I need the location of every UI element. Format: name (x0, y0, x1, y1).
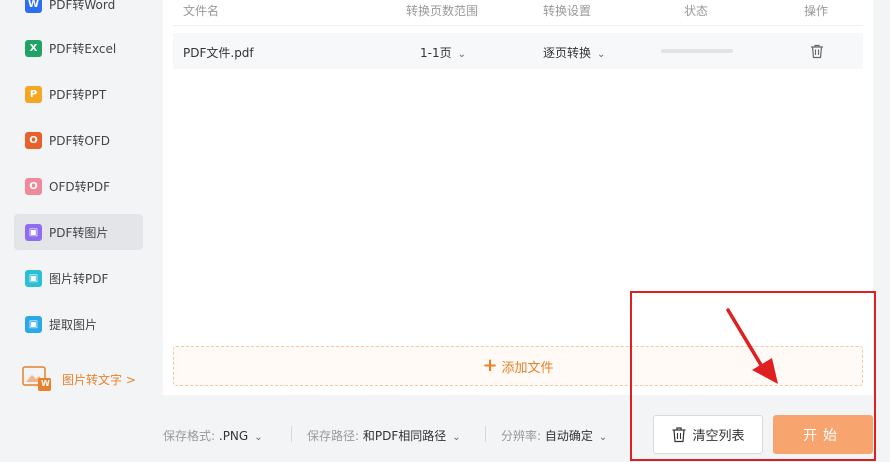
header-action: 操作 (804, 4, 829, 18)
add-file-label: 添加文件 (501, 360, 554, 376)
pdf-icon: O (25, 177, 42, 195)
save-path-select[interactable]: 保存路径: 和PDF相同路径 ⌄ (307, 427, 461, 444)
file-list-panel: 文件名 转换页数范围 转换设置 状态 操作 PDF文件.pdf 1-1页 ⌄ 逐页… (163, 0, 873, 395)
image-to-text-icon: W (22, 366, 52, 392)
start-label: 开始 (803, 427, 843, 444)
format-select[interactable]: 保存格式: .PNG ⌄ (163, 427, 263, 444)
promo-label: 图片转文字 > (62, 372, 136, 387)
resolution-select[interactable]: 分辨率: 自动确定 ⌄ (501, 427, 607, 444)
sidebar-item-pdf-to-image[interactable]: ▣ PDF转图片 (14, 214, 143, 250)
header-page-range: 转换页数范围 (406, 4, 479, 18)
header-status: 状态 (684, 4, 709, 18)
path-value: 和PDF相同路径 (362, 429, 447, 443)
ppt-icon: P (25, 85, 42, 103)
sidebar-item-label: 图片转PDF (49, 271, 109, 286)
format-value: .PNG (218, 429, 249, 443)
sidebar-item-extract-image[interactable]: ▣ 提取图片 (14, 306, 143, 342)
resolution-label: 分辨率: (501, 429, 542, 443)
convert-setting-dropdown[interactable]: 逐页转换 ⌄ (543, 44, 605, 61)
sidebar-item-label: PDF转OFD (49, 133, 110, 148)
plus-icon: + (482, 355, 498, 376)
ofd-icon: O (25, 131, 42, 149)
start-button[interactable]: 开始 (773, 415, 873, 454)
sidebar-item-label: PDF转Excel (49, 41, 117, 56)
header-settings: 转换设置 (543, 4, 592, 18)
image-to-pdf-icon: ▣ (25, 269, 42, 287)
trash-icon (671, 426, 687, 443)
sidebar-item-ofd-to-pdf[interactable]: O OFD转PDF (14, 168, 143, 204)
file-name: PDF文件.pdf (183, 46, 254, 60)
excel-icon: X (25, 39, 42, 57)
sidebar-item-image-to-pdf[interactable]: ▣ 图片转PDF (14, 260, 143, 296)
divider (291, 426, 292, 442)
word-icon: W (25, 0, 42, 13)
sidebar-item-label: PDF转PPT (49, 87, 107, 102)
sidebar-item-label: PDF转图片 (49, 225, 109, 240)
chevron-down-icon: ⌄ (598, 432, 608, 443)
page-range-dropdown[interactable]: 1-1页 ⌄ (420, 44, 466, 61)
sidebar-item-pdf-to-ppt[interactable]: P PDF转PPT (14, 76, 143, 112)
progress-bar (661, 49, 733, 53)
delete-icon[interactable] (809, 43, 825, 59)
header-divider (173, 25, 863, 26)
sidebar-item-pdf-to-excel[interactable]: X PDF转Excel (14, 30, 143, 66)
image-to-text-promo[interactable]: W 图片转文字 > (22, 364, 152, 394)
word-badge: W (41, 379, 50, 388)
sidebar-item-pdf-to-ofd[interactable]: O PDF转OFD (14, 122, 143, 158)
scrollbar-gutter (873, 0, 890, 395)
clear-list-label: 清空列表 (692, 429, 745, 444)
sidebar-item-label: PDF转Word (49, 0, 116, 12)
chevron-down-icon: ⌄ (254, 432, 263, 443)
sidebar-item-pdf-to-word[interactable]: W PDF转Word (14, 0, 143, 22)
page-range-value: 1-1页 (420, 46, 452, 60)
table-row: PDF文件.pdf 1-1页 ⌄ 逐页转换 ⌄ (173, 33, 863, 69)
path-label: 保存路径: (307, 429, 360, 443)
add-file-button[interactable]: + 添加文件 (173, 346, 863, 386)
sidebar-item-label: 提取图片 (49, 317, 98, 332)
format-label: 保存格式: (163, 429, 216, 443)
pdf-to-image-icon: ▣ (25, 223, 42, 241)
chevron-down-icon: ⌄ (452, 432, 461, 443)
clear-list-button[interactable]: 清空列表 (653, 415, 763, 454)
sidebar-item-label: OFD转PDF (49, 179, 110, 194)
sidebar: W PDF转Word X PDF转Excel P PDF转PPT O PDF转O… (0, 0, 163, 462)
chevron-down-icon: ⌄ (597, 49, 606, 60)
options-bar: 保存格式: .PNG ⌄ 保存路径: 和PDF相同路径 ⌄ 分辨率: 自动确定 ⌄ 清… (163, 395, 890, 462)
extract-image-icon: ▣ (25, 315, 42, 333)
header-filename: 文件名 (183, 4, 220, 18)
resolution-value: 自动确定 (544, 429, 593, 443)
chevron-down-icon: ⌄ (457, 49, 466, 60)
convert-setting-value: 逐页转换 (543, 46, 592, 60)
divider (485, 426, 486, 442)
